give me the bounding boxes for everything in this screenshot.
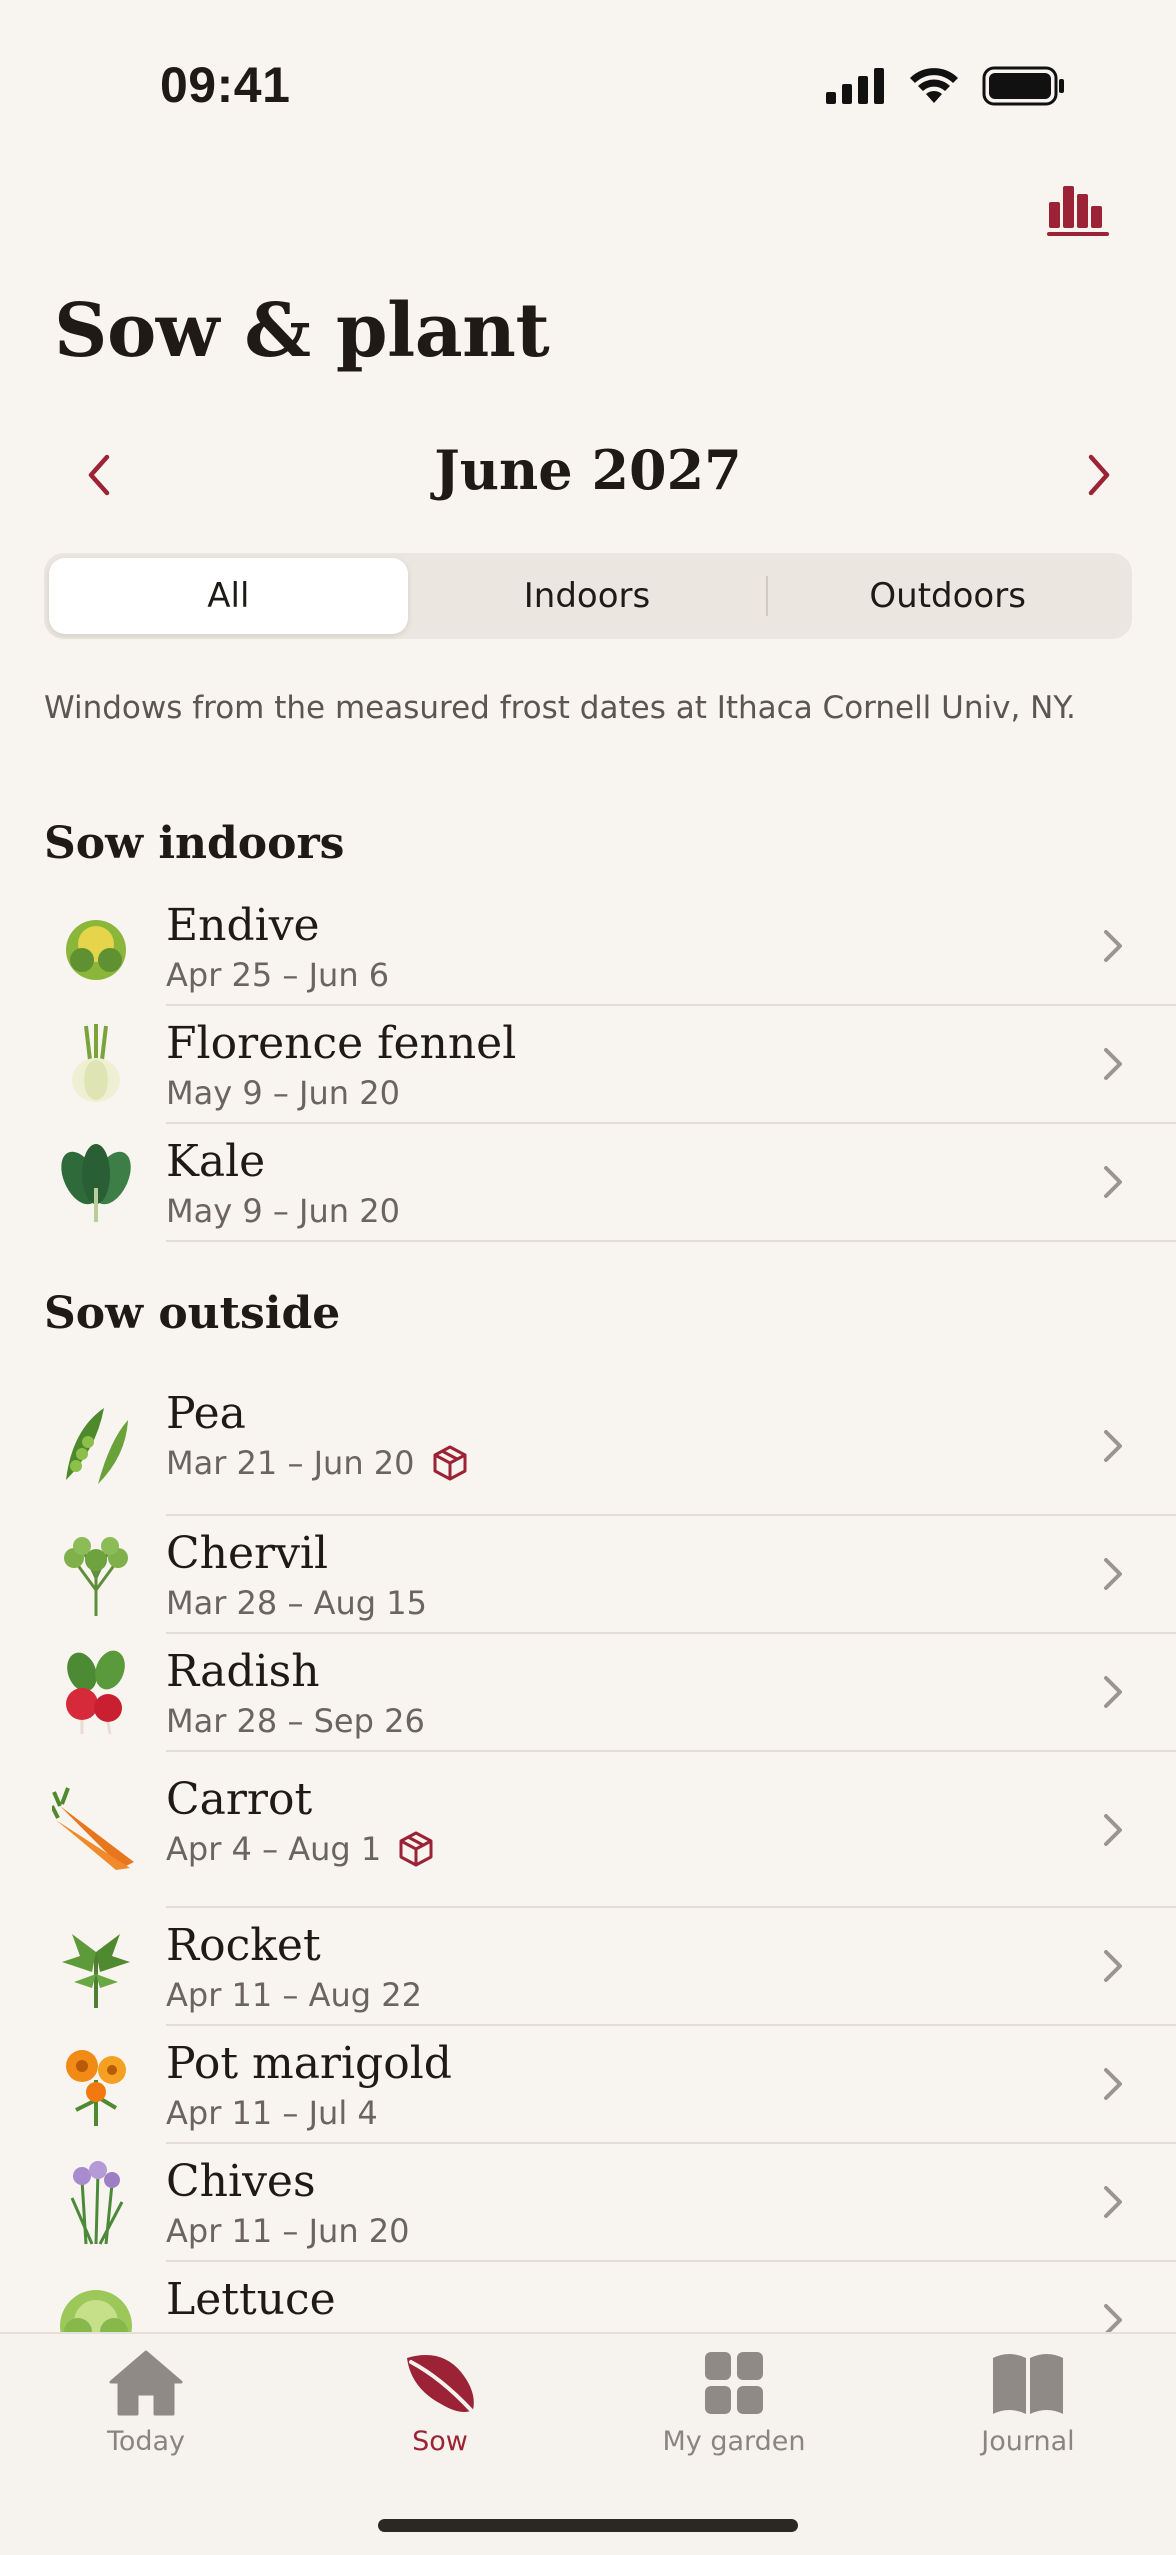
date-range: Mar 28 – Aug 15 xyxy=(166,1584,427,1622)
frost-dates-note: Windows from the measured frost dates at… xyxy=(44,690,1076,726)
chevron-right-icon xyxy=(1104,1048,1122,1080)
plant-name: Radish xyxy=(166,1646,320,1697)
plant-dates: Apr 4 – Aug 1 xyxy=(166,1830,435,1868)
pea-icon xyxy=(66,1408,128,1484)
date-range: Apr 25 – Jun 6 xyxy=(166,956,390,994)
signal-icon xyxy=(826,68,884,104)
plant-dates: May 9 – Jun 20 xyxy=(166,1074,400,1112)
list-item-rocket[interactable]: Rocket Apr 11 – Aug 22 xyxy=(0,1908,1176,2026)
list-item-chives[interactable]: Chives Apr 11 – Jun 20 xyxy=(0,2144,1176,2262)
page-title: Sow & plant xyxy=(54,288,550,374)
tab-label: Today xyxy=(106,2426,186,2457)
chevron-right-icon xyxy=(1104,930,1122,962)
plant-name: Pot marigold xyxy=(166,2038,452,2089)
date-range: May 9 – Jun 20 xyxy=(166,1192,400,1230)
package-icon xyxy=(399,1831,433,1867)
endive-icon xyxy=(66,920,126,980)
marigold-icon xyxy=(66,2050,126,2126)
fennel-icon xyxy=(72,1024,120,1102)
list-item-kale[interactable]: Kale May 9 – Jun 20 xyxy=(0,1124,1176,1242)
section-title-sow-outside: Sow outside xyxy=(44,1288,341,1339)
date-range: May 9 – Jun 20 xyxy=(166,1074,400,1112)
date-range: Apr 4 – Aug 1 xyxy=(166,1830,382,1868)
plant-name: Lettuce xyxy=(166,2274,336,2325)
tab-my-garden[interactable]: My garden xyxy=(644,2348,824,2468)
status-bar: 09:41 xyxy=(0,0,1176,170)
chevron-right-icon xyxy=(1104,1430,1122,1462)
plant-name: Rocket xyxy=(166,1920,321,1971)
section-title-sow-indoors: Sow indoors xyxy=(44,818,345,869)
grid-icon xyxy=(705,2352,763,2414)
plant-name: Pea xyxy=(166,1388,246,1439)
plant-dates: Mar 28 – Aug 15 xyxy=(166,1584,427,1622)
plant-dates: Apr 11 – Aug 22 xyxy=(166,1976,422,2014)
month-label: June 2027 xyxy=(434,438,742,502)
chevron-right-icon xyxy=(1104,1950,1122,1982)
chevron-right-icon xyxy=(1104,1166,1122,1198)
date-range: Apr 11 – Jul 4 xyxy=(166,2094,378,2132)
wifi-icon xyxy=(910,68,958,103)
next-month-button[interactable] xyxy=(1064,440,1134,510)
chevron-right-icon xyxy=(1104,1558,1122,1590)
stats-button[interactable] xyxy=(1044,174,1114,244)
chevron-right-icon xyxy=(1104,2068,1122,2100)
chervil-icon xyxy=(64,1537,128,1616)
status-icons xyxy=(826,66,1066,106)
home-icon xyxy=(109,2350,183,2416)
tab-journal[interactable]: Journal xyxy=(938,2348,1118,2468)
segment-indoors[interactable]: Indoors xyxy=(408,558,767,634)
leaf-icon xyxy=(407,2355,474,2412)
plant-dates: Mar 21 – Jun 20 xyxy=(166,1444,469,1482)
book-icon xyxy=(993,2354,1063,2414)
chives-icon xyxy=(70,2161,124,2245)
list-item-radish[interactable]: Radish Mar 28 – Sep 26 xyxy=(0,1634,1176,1752)
plant-name: Kale xyxy=(166,1136,266,1187)
list-item-florence-fennel[interactable]: Florence fennel May 9 – Jun 20 xyxy=(0,1006,1176,1124)
bar-chart-icon xyxy=(1047,186,1109,236)
carrot-icon xyxy=(52,1787,134,1870)
segment-outdoors[interactable]: Outdoors xyxy=(768,558,1127,634)
plant-dates: Mar 28 – Sep 26 xyxy=(166,1702,425,1740)
list-item-pea[interactable]: Pea Mar 21 – Jun 20 xyxy=(0,1376,1176,1516)
plant-name: Endive xyxy=(166,900,320,951)
plant-dates: Apr 11 – Jul 4 xyxy=(166,2094,378,2132)
radish-icon xyxy=(66,1650,125,1735)
package-icon xyxy=(433,1445,466,1481)
list-item-endive[interactable]: Endive Apr 25 – Jun 6 xyxy=(0,888,1176,1006)
chevron-right-icon xyxy=(1104,1814,1122,1846)
tab-label: Sow xyxy=(412,2426,468,2457)
date-range: Mar 28 – Sep 26 xyxy=(166,1702,425,1740)
segment-all[interactable]: All xyxy=(49,558,408,634)
battery-icon xyxy=(982,66,1064,106)
date-range: Mar 21 – Jun 20 xyxy=(166,1444,415,1482)
home-indicator xyxy=(378,2519,798,2532)
chevron-right-icon xyxy=(1104,2186,1122,2218)
list-item-chervil[interactable]: Chervil Mar 28 – Aug 15 xyxy=(0,1516,1176,1634)
plant-name: Carrot xyxy=(166,1774,313,1825)
date-range: Apr 11 – Aug 22 xyxy=(166,1976,422,2014)
list-item-pot-marigold[interactable]: Pot marigold Apr 11 – Jul 4 xyxy=(0,2026,1176,2144)
list-item-carrot[interactable]: Carrot Apr 4 – Aug 1 xyxy=(0,1752,1176,1908)
date-range: Apr 11 – Jun 20 xyxy=(166,2212,410,2250)
chevron-right-icon xyxy=(1104,1676,1122,1708)
kale-icon xyxy=(61,1144,131,1222)
tab-sow[interactable]: Sow xyxy=(350,2348,530,2468)
plant-dates: Apr 11 – Jun 20 xyxy=(166,2212,409,2250)
plant-name: Chives xyxy=(166,2156,316,2207)
month-nav: June 2027 xyxy=(0,430,1176,510)
plant-dates: Apr 25 – Jun 6 xyxy=(166,956,389,994)
tab-label: Journal xyxy=(981,2426,1075,2457)
tab-today[interactable]: Today xyxy=(56,2348,236,2468)
filter-segmented-control: All Indoors Outdoors xyxy=(44,553,1132,639)
plant-name: Florence fennel xyxy=(166,1018,517,1069)
row-divider xyxy=(166,1240,1176,1242)
plant-dates: May 9 – Jun 20 xyxy=(166,1192,400,1230)
tab-label: My garden xyxy=(662,2426,806,2457)
plant-name: Chervil xyxy=(166,1528,329,1579)
rocket-icon xyxy=(62,1934,130,2008)
chevron-right-icon xyxy=(1088,454,1110,496)
status-time: 09:41 xyxy=(160,57,291,113)
